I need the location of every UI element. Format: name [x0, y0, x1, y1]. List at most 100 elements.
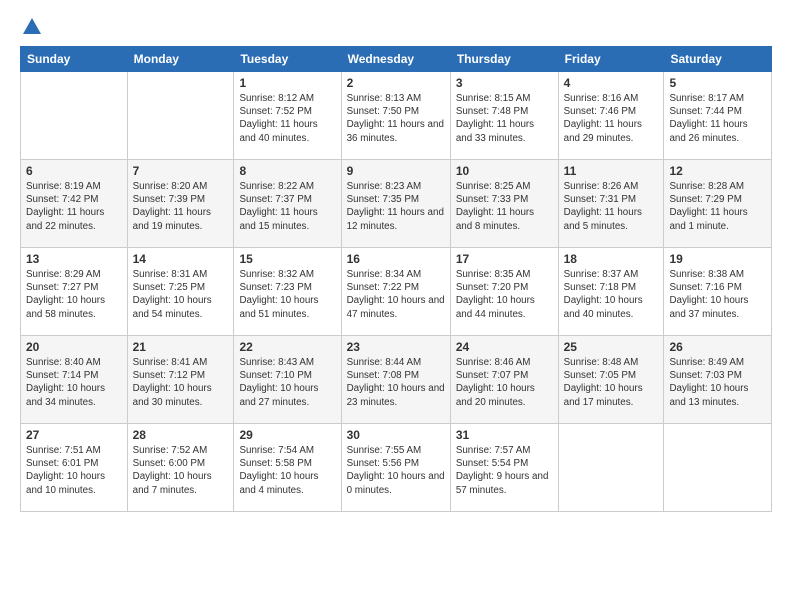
day-info: Sunrise: 8:26 AMSunset: 7:31 PMDaylight:… [564, 180, 659, 233]
logo-icon [21, 16, 43, 38]
day-info: Sunrise: 8:12 AMSunset: 7:52 PMDaylight:… [239, 92, 335, 145]
table-row: 18 Sunrise: 8:37 AMSunset: 7:18 PMDayligh… [558, 248, 664, 336]
day-info: Sunrise: 8:29 AMSunset: 7:27 PMDaylight:… [26, 268, 122, 321]
day-number: 17 [456, 252, 553, 266]
day-info: Sunrise: 8:37 AMSunset: 7:18 PMDaylight:… [564, 268, 659, 321]
calendar-header-row: Sunday Monday Tuesday Wednesday Thursday… [21, 47, 772, 72]
day-number: 15 [239, 252, 335, 266]
day-info: Sunrise: 8:44 AMSunset: 7:08 PMDaylight:… [347, 356, 445, 409]
day-number: 20 [26, 340, 122, 354]
col-tuesday: Tuesday [234, 47, 341, 72]
table-row: 20 Sunrise: 8:40 AMSunset: 7:14 PMDayligh… [21, 336, 128, 424]
day-info: Sunrise: 7:51 AMSunset: 6:01 PMDaylight:… [26, 444, 122, 497]
table-row: 11 Sunrise: 8:26 AMSunset: 7:31 PMDayligh… [558, 160, 664, 248]
day-number: 18 [564, 252, 659, 266]
table-row: 9 Sunrise: 8:23 AMSunset: 7:35 PMDaylight… [341, 160, 450, 248]
day-info: Sunrise: 8:48 AMSunset: 7:05 PMDaylight:… [564, 356, 659, 409]
day-number: 22 [239, 340, 335, 354]
table-row: 4 Sunrise: 8:16 AMSunset: 7:46 PMDaylight… [558, 72, 664, 160]
day-number: 24 [456, 340, 553, 354]
day-info: Sunrise: 8:13 AMSunset: 7:50 PMDaylight:… [347, 92, 445, 145]
table-row: 29 Sunrise: 7:54 AMSunset: 5:58 PMDayligh… [234, 424, 341, 512]
table-row: 26 Sunrise: 8:49 AMSunset: 7:03 PMDayligh… [664, 336, 772, 424]
day-info: Sunrise: 7:52 AMSunset: 6:00 PMDaylight:… [133, 444, 229, 497]
day-info: Sunrise: 7:54 AMSunset: 5:58 PMDaylight:… [239, 444, 335, 497]
day-number: 21 [133, 340, 229, 354]
day-number: 5 [669, 76, 766, 90]
day-info: Sunrise: 8:34 AMSunset: 7:22 PMDaylight:… [347, 268, 445, 321]
day-number: 27 [26, 428, 122, 442]
day-info: Sunrise: 8:40 AMSunset: 7:14 PMDaylight:… [26, 356, 122, 409]
day-info: Sunrise: 8:22 AMSunset: 7:37 PMDaylight:… [239, 180, 335, 233]
table-row: 23Sunrise: 8:44 AMSunset: 7:08 PMDayligh… [341, 336, 450, 424]
table-row: 27 Sunrise: 7:51 AMSunset: 6:01 PMDayligh… [21, 424, 128, 512]
day-number: 10 [456, 164, 553, 178]
day-number: 26 [669, 340, 766, 354]
day-info: Sunrise: 8:31 AMSunset: 7:25 PMDaylight:… [133, 268, 229, 321]
table-row: 30 Sunrise: 7:55 AMSunset: 5:56 PMDayligh… [341, 424, 450, 512]
table-row: 12 Sunrise: 8:28 AMSunset: 7:29 PMDayligh… [664, 160, 772, 248]
calendar-week-row: 20 Sunrise: 8:40 AMSunset: 7:14 PMDayligh… [21, 336, 772, 424]
table-row: 24 Sunrise: 8:46 AMSunset: 7:07 PMDayligh… [450, 336, 558, 424]
table-row: 28Sunrise: 7:52 AMSunset: 6:00 PMDayligh… [127, 424, 234, 512]
table-row: 3 Sunrise: 8:15 AMSunset: 7:48 PMDaylight… [450, 72, 558, 160]
col-saturday: Saturday [664, 47, 772, 72]
day-number: 11 [564, 164, 659, 178]
table-row: 25Sunrise: 8:48 AMSunset: 7:05 PMDayligh… [558, 336, 664, 424]
day-number: 7 [133, 164, 229, 178]
calendar-table: Sunday Monday Tuesday Wednesday Thursday… [20, 46, 772, 512]
day-number: 1 [239, 76, 335, 90]
day-info: Sunrise: 8:25 AMSunset: 7:33 PMDaylight:… [456, 180, 553, 233]
table-row: 2 Sunrise: 8:13 AMSunset: 7:50 PMDaylight… [341, 72, 450, 160]
table-row: 1 Sunrise: 8:12 AMSunset: 7:52 PMDaylight… [234, 72, 341, 160]
table-row: 14 Sunrise: 8:31 AMSunset: 7:25 PMDayligh… [127, 248, 234, 336]
calendar-week-row: 1 Sunrise: 8:12 AMSunset: 7:52 PMDaylight… [21, 72, 772, 160]
table-row: 31Sunrise: 7:57 AMSunset: 5:54 PMDayligh… [450, 424, 558, 512]
table-row: 7Sunrise: 8:20 AMSunset: 7:39 PMDaylight… [127, 160, 234, 248]
table-row: 8Sunrise: 8:22 AMSunset: 7:37 PMDaylight… [234, 160, 341, 248]
calendar-week-row: 27 Sunrise: 7:51 AMSunset: 6:01 PMDayligh… [21, 424, 772, 512]
day-number: 2 [347, 76, 445, 90]
day-info: Sunrise: 8:28 AMSunset: 7:29 PMDaylight:… [669, 180, 766, 233]
day-info: Sunrise: 8:46 AMSunset: 7:07 PMDaylight:… [456, 356, 553, 409]
col-wednesday: Wednesday [341, 47, 450, 72]
table-row [558, 424, 664, 512]
day-info: Sunrise: 8:35 AMSunset: 7:20 PMDaylight:… [456, 268, 553, 321]
table-row: 22Sunrise: 8:43 AMSunset: 7:10 PMDayligh… [234, 336, 341, 424]
day-info: Sunrise: 8:17 AMSunset: 7:44 PMDaylight:… [669, 92, 766, 145]
day-info: Sunrise: 7:57 AMSunset: 5:54 PMDaylight:… [456, 444, 553, 497]
day-number: 19 [669, 252, 766, 266]
day-info: Sunrise: 8:16 AMSunset: 7:46 PMDaylight:… [564, 92, 659, 145]
day-number: 30 [347, 428, 445, 442]
day-info: Sunrise: 8:38 AMSunset: 7:16 PMDaylight:… [669, 268, 766, 321]
table-row [127, 72, 234, 160]
table-row: 16 Sunrise: 8:34 AMSunset: 7:22 PMDayligh… [341, 248, 450, 336]
day-info: Sunrise: 8:15 AMSunset: 7:48 PMDaylight:… [456, 92, 553, 145]
calendar-week-row: 6Sunrise: 8:19 AMSunset: 7:42 PMDaylight… [21, 160, 772, 248]
day-number: 9 [347, 164, 445, 178]
page: Sunday Monday Tuesday Wednesday Thursday… [0, 0, 792, 612]
table-row [21, 72, 128, 160]
day-info: Sunrise: 7:55 AMSunset: 5:56 PMDaylight:… [347, 444, 445, 497]
table-row: 6Sunrise: 8:19 AMSunset: 7:42 PMDaylight… [21, 160, 128, 248]
day-number: 6 [26, 164, 122, 178]
day-info: Sunrise: 8:23 AMSunset: 7:35 PMDaylight:… [347, 180, 445, 233]
day-info: Sunrise: 8:41 AMSunset: 7:12 PMDaylight:… [133, 356, 229, 409]
table-row: 19 Sunrise: 8:38 AMSunset: 7:16 PMDayligh… [664, 248, 772, 336]
col-sunday: Sunday [21, 47, 128, 72]
table-row [664, 424, 772, 512]
header [20, 16, 772, 36]
table-row: 5 Sunrise: 8:17 AMSunset: 7:44 PMDaylight… [664, 72, 772, 160]
day-number: 29 [239, 428, 335, 442]
day-number: 14 [133, 252, 229, 266]
table-row: 15 Sunrise: 8:32 AMSunset: 7:23 PMDayligh… [234, 248, 341, 336]
table-row: 13Sunrise: 8:29 AMSunset: 7:27 PMDayligh… [21, 248, 128, 336]
day-number: 3 [456, 76, 553, 90]
day-number: 16 [347, 252, 445, 266]
day-number: 12 [669, 164, 766, 178]
day-number: 4 [564, 76, 659, 90]
table-row: 21 Sunrise: 8:41 AMSunset: 7:12 PMDayligh… [127, 336, 234, 424]
day-info: Sunrise: 8:32 AMSunset: 7:23 PMDaylight:… [239, 268, 335, 321]
col-monday: Monday [127, 47, 234, 72]
day-info: Sunrise: 8:49 AMSunset: 7:03 PMDaylight:… [669, 356, 766, 409]
